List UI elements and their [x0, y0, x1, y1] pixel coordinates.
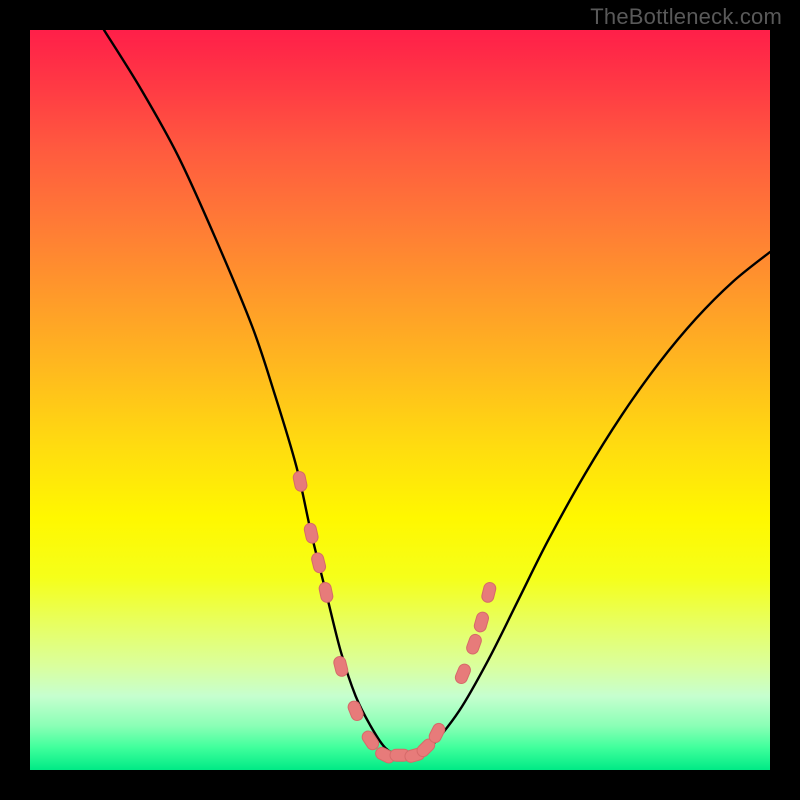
curve-marker: [303, 522, 319, 544]
bottleneck-curve: [104, 30, 770, 756]
curve-marker: [346, 699, 365, 722]
curve-marker: [454, 662, 473, 685]
curve-marker: [333, 655, 349, 677]
curve-marker: [465, 633, 483, 656]
watermark-text: TheBottleneck.com: [590, 4, 782, 30]
curve-marker: [318, 581, 334, 603]
plot-area: [30, 30, 770, 770]
chart-frame: TheBottleneck.com: [0, 0, 800, 800]
curve-marker: [292, 470, 308, 492]
marker-group: [292, 470, 497, 765]
curve-marker: [310, 552, 326, 574]
curve-svg: [30, 30, 770, 770]
curve-marker: [473, 611, 490, 634]
curve-marker: [481, 581, 497, 603]
